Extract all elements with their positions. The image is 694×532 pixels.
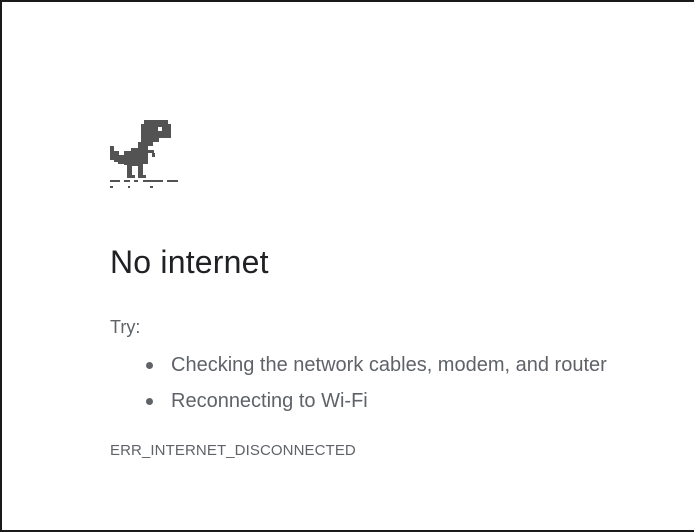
- try-label: Try:: [110, 317, 141, 337]
- suggestion-text: Reconnecting to Wi-Fi: [171, 390, 368, 412]
- suggestion-list: Checking the network cables, modem, and …: [110, 347, 690, 419]
- list-item: Reconnecting to Wi-Fi: [110, 383, 690, 419]
- page-title: No internet: [110, 244, 269, 280]
- offline-dino-icon[interactable]: [110, 120, 178, 190]
- list-item: Checking the network cables, modem, and …: [110, 347, 690, 383]
- suggestion-text: Checking the network cables, modem, and …: [171, 354, 607, 376]
- browser-content-frame: No internet Try: Checking the network ca…: [0, 0, 694, 532]
- error-code: ERR_INTERNET_DISCONNECTED: [110, 442, 356, 459]
- error-page: No internet Try: Checking the network ca…: [110, 120, 690, 461]
- bullet-icon: [146, 362, 153, 369]
- bullet-icon: [146, 398, 153, 405]
